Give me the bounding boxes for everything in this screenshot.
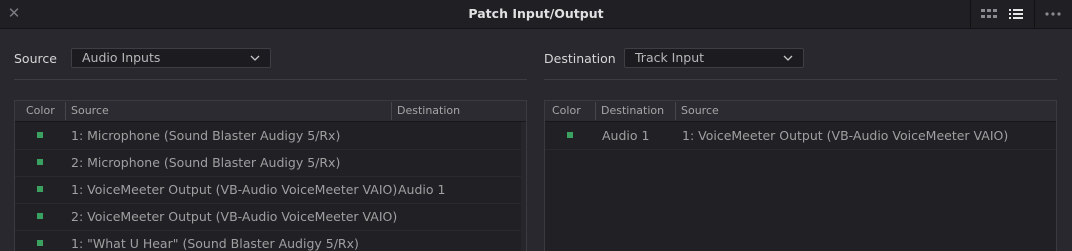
column-header-source[interactable]: Source	[65, 101, 391, 121]
table-row[interactable]: 2: VoiceMeeter Output (VB-Audio VoiceMee…	[15, 203, 526, 231]
table-row[interactable]: 2: Microphone (Sound Blaster Audigy 5/Rx…	[15, 149, 526, 177]
toolbar-divider	[970, 0, 971, 28]
table-row[interactable]: 1: "What U Hear" (Sound Blaster Audigy 5…	[15, 230, 526, 251]
row-source: 1: VoiceMeeter Output (VB-Audio VoiceMee…	[682, 128, 1009, 143]
color-swatch	[37, 186, 43, 192]
table-header: Color Destination Source	[545, 101, 1056, 122]
source-dropdown[interactable]: Audio Inputs	[71, 48, 271, 68]
source-label: Source	[14, 51, 57, 66]
color-swatch	[37, 159, 43, 165]
color-swatch	[567, 132, 573, 138]
row-source: 1: VoiceMeeter Output (VB-Audio VoiceMee…	[71, 182, 398, 197]
more-options-icon[interactable]	[1042, 5, 1064, 23]
column-header-destination[interactable]: Destination	[391, 101, 521, 121]
chevron-down-icon	[783, 55, 793, 61]
column-header-source[interactable]: Source	[675, 101, 1055, 121]
color-swatch	[37, 213, 43, 219]
color-swatch	[37, 240, 43, 246]
window-title: Patch Input/Output	[468, 6, 604, 21]
chevron-down-icon	[250, 55, 260, 61]
column-header-color[interactable]: Color	[20, 101, 65, 121]
color-swatch	[37, 132, 43, 138]
row-destination: Audio 1	[602, 128, 650, 143]
row-source: 2: VoiceMeeter Output (VB-Audio VoiceMee…	[71, 209, 398, 224]
divider	[544, 79, 1057, 80]
list-view-icon[interactable]	[1005, 5, 1027, 23]
source-dropdown-value: Audio Inputs	[82, 50, 161, 65]
table-row[interactable]: 1: VoiceMeeter Output (VB-Audio VoiceMee…	[15, 176, 526, 204]
row-source: 1: "What U Hear" (Sound Blaster Audigy 5…	[71, 236, 359, 251]
destination-label: Destination	[544, 51, 616, 66]
column-header-destination[interactable]: Destination	[595, 101, 675, 121]
source-table: Color Source Destination 1: Microphone (…	[14, 100, 527, 251]
destination-dropdown-value: Track Input	[635, 50, 705, 65]
destination-table: Color Destination Source Audio 1 1: Voic…	[544, 100, 1057, 251]
divider	[14, 79, 527, 80]
row-source: 2: Microphone (Sound Blaster Audigy 5/Rx…	[71, 155, 341, 170]
scrollbar[interactable]	[521, 122, 526, 251]
title-bar: ✕ Patch Input/Output	[0, 0, 1072, 29]
column-header-color[interactable]: Color	[546, 101, 595, 121]
row-destination: Audio 1	[398, 182, 446, 197]
table-row[interactable]: Audio 1 1: VoiceMeeter Output (VB-Audio …	[545, 122, 1056, 150]
grid-view-icon[interactable]	[978, 5, 1000, 23]
destination-dropdown[interactable]: Track Input	[624, 48, 804, 68]
toolbar-divider	[1034, 0, 1035, 28]
table-header: Color Source Destination	[15, 101, 526, 122]
row-source: 1: Microphone (Sound Blaster Audigy 5/Rx…	[71, 128, 341, 143]
table-row[interactable]: 1: Microphone (Sound Blaster Audigy 5/Rx…	[15, 122, 526, 150]
empty-row	[545, 149, 1056, 176]
